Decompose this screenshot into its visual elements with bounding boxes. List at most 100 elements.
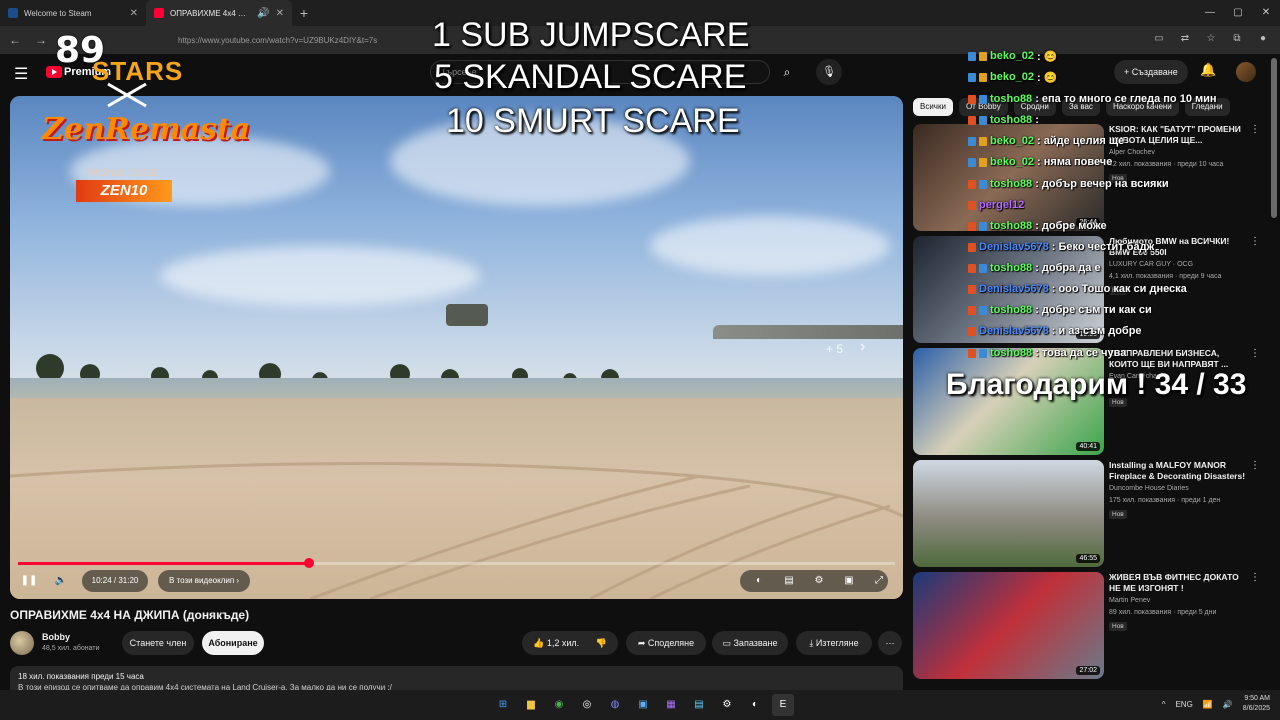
chevron-right-icon[interactable]: › bbox=[860, 338, 865, 356]
chat-badge-icon bbox=[979, 72, 987, 82]
chat-badge-icon bbox=[968, 72, 976, 82]
chat-message: Denislav5678: Беко честит бадж bbox=[968, 239, 1154, 255]
pause-icon[interactable]: ❚❚ bbox=[18, 570, 40, 592]
close-window-icon[interactable]: ✕ bbox=[1252, 0, 1280, 26]
app-icon[interactable]: ▣ bbox=[632, 694, 654, 716]
recommendation-item[interactable]: 27:02 ЖИВЕЯ ВЪВ ФИТНЕС ДОКАТО НЕ МЕ ИЗГО… bbox=[913, 572, 1268, 680]
like-button[interactable]: 👍 1,2 хил. bbox=[533, 638, 579, 648]
more-options-icon[interactable]: ⋮ bbox=[1250, 236, 1260, 247]
tab-youtube[interactable]: ОПРАВИХМЕ 4x4 НА ДЖИП 🔊 ✕ bbox=[146, 0, 292, 26]
start-menu-icon[interactable]: ⊞ bbox=[492, 694, 514, 716]
chrome-icon[interactable]: ◉ bbox=[548, 694, 570, 716]
chat-badge-icon bbox=[979, 179, 987, 189]
microphone-icon[interactable]: 🎙 bbox=[816, 59, 842, 85]
back-icon[interactable]: ← bbox=[6, 33, 24, 47]
chat-text: : Беко честит бадж bbox=[1051, 241, 1155, 253]
fullscreen-icon[interactable]: ⤢ bbox=[868, 570, 890, 592]
screen-cast-icon[interactable]: ▭ bbox=[1152, 32, 1166, 46]
close-tab-icon[interactable]: ✕ bbox=[276, 8, 284, 19]
grid-app-icon[interactable]: ▦ bbox=[660, 694, 682, 716]
minimize-icon[interactable]: — bbox=[1196, 0, 1224, 26]
progress-bar[interactable] bbox=[18, 558, 895, 568]
rec-title[interactable]: ЖИВЕЯ ВЪВ ФИТНЕС ДОКАТО НЕ МЕ ИЗГОНЯТ ! bbox=[1109, 572, 1249, 594]
volume-icon[interactable]: 🔈 bbox=[50, 570, 72, 592]
page-scrollbar[interactable] bbox=[1271, 58, 1277, 218]
rec-title[interactable]: Installing a MALFOY MANOR Fireplace & De… bbox=[1109, 460, 1249, 482]
more-options-icon[interactable]: ⋮ bbox=[1250, 124, 1260, 135]
clock[interactable]: 9:50 AM 8/6/2025 bbox=[1243, 694, 1270, 714]
chat-message: beko_02: 😊 bbox=[968, 69, 1057, 85]
translate-icon[interactable]: ⇄ bbox=[1178, 32, 1192, 46]
chat-username: beko_02 bbox=[990, 71, 1035, 83]
chapter-button[interactable]: В този видеоклип › bbox=[158, 570, 250, 592]
speaker-icon[interactable]: 🔊 bbox=[257, 8, 269, 19]
url-field[interactable]: https://www.youtube.com/watch?v=UZ9BUKz4… bbox=[178, 36, 377, 45]
chat-username: Denislav5678 bbox=[979, 241, 1049, 253]
subtitles-icon[interactable]: ▤ bbox=[778, 570, 800, 592]
rec-title[interactable]: KSIOR: КАК "БАТУТ" ПРОМЕНИ ЖИВОТА ЦЕЛИЯ … bbox=[1109, 124, 1249, 146]
time-display: 10:24 / 31:20 bbox=[82, 570, 148, 592]
rec-channel[interactable]: Duncombe House Diaries bbox=[1109, 485, 1189, 492]
steam-icon[interactable]: ◐ bbox=[744, 694, 766, 716]
window-controls: — ▢ ✕ bbox=[1196, 0, 1280, 26]
extensions-icon[interactable]: ⧉ bbox=[1230, 32, 1244, 46]
download-button[interactable]: ⤓ Изтегляне bbox=[796, 631, 872, 655]
progress-fill bbox=[18, 562, 310, 565]
dislike-icon[interactable]: 👎 bbox=[596, 638, 607, 648]
settings-gear-icon[interactable]: ⚙ bbox=[808, 570, 830, 592]
maximize-icon[interactable]: ▢ bbox=[1224, 0, 1252, 26]
chat-badge-icon bbox=[979, 115, 987, 125]
recommendation-item[interactable]: 40:41 10 УПРАВЛЕНИ БИЗНЕСА, КОИТО ЩЕ ВИ … bbox=[913, 348, 1268, 456]
video-thumbnail[interactable]: 46:55 bbox=[913, 460, 1104, 567]
volume-tray-icon[interactable]: 🔊 bbox=[1223, 700, 1233, 709]
more-options-icon[interactable]: ⋮ bbox=[1250, 348, 1260, 359]
tab-steam[interactable]: Welcome to Steam ✕ bbox=[0, 0, 146, 26]
obs-icon[interactable]: ◎ bbox=[576, 694, 598, 716]
save-button[interactable]: ▭ Запазване bbox=[712, 631, 788, 655]
search-icon[interactable]: ⌕ bbox=[772, 60, 802, 84]
chat-username: tosho88 bbox=[990, 114, 1033, 126]
channel-avatar[interactable] bbox=[10, 631, 34, 655]
chat-message: Denislav5678: и аз съм добре bbox=[968, 323, 1142, 339]
rec-channel[interactable]: LUXURY CAR GUY · OCG bbox=[1109, 261, 1193, 268]
rec-title[interactable]: 10 УПРАВЛЕНИ БИЗНЕСА, КОИТО ЩЕ ВИ НАПРАВ… bbox=[1109, 348, 1249, 370]
recommendation-item[interactable]: 46:55 Installing a MALFOY MANOR Fireplac… bbox=[913, 460, 1268, 568]
profile-icon[interactable]: ● bbox=[1256, 32, 1270, 46]
more-options-icon[interactable]: ⋮ bbox=[1250, 460, 1260, 471]
miniplayer-icon[interactable]: ▣ bbox=[838, 570, 860, 592]
epic-games-icon[interactable]: E bbox=[772, 694, 794, 716]
language-indicator[interactable]: ENG bbox=[1175, 700, 1192, 709]
sponsor-name: ZenRemasta bbox=[42, 112, 251, 147]
more-actions-icon[interactable]: ⋯ bbox=[878, 631, 902, 655]
filter-chip[interactable]: Всички bbox=[913, 98, 953, 116]
forward-icon[interactable]: → bbox=[32, 33, 50, 47]
close-tab-icon[interactable]: ✕ bbox=[130, 8, 138, 19]
new-tab-icon[interactable]: + bbox=[292, 5, 316, 21]
join-button[interactable]: Станете член bbox=[122, 631, 194, 655]
more-options-icon[interactable]: ⋮ bbox=[1250, 572, 1260, 583]
chat-username: tosho88 bbox=[990, 178, 1033, 190]
views-line: 18 хил. показвания преди 15 часа bbox=[18, 672, 144, 681]
autoplay-toggle-icon[interactable]: ◐ bbox=[748, 570, 770, 592]
notepad-icon[interactable]: ▤ bbox=[688, 694, 710, 716]
wifi-icon[interactable]: 📶 bbox=[1203, 700, 1213, 709]
chat-badge-icon bbox=[968, 136, 976, 146]
settings-app-icon[interactable]: ⚙ bbox=[716, 694, 738, 716]
tray-chevron-icon[interactable]: ^ bbox=[1162, 700, 1166, 709]
share-button[interactable]: ➦ Споделяне bbox=[626, 631, 706, 655]
chat-text: : 😊 bbox=[1037, 50, 1058, 63]
notifications-bell-icon[interactable]: 🔔 bbox=[1200, 62, 1216, 78]
create-button[interactable]: + Създаване bbox=[1114, 60, 1188, 84]
file-explorer-icon[interactable]: ▆ bbox=[520, 694, 542, 716]
chat-username: pergel12 bbox=[979, 199, 1025, 211]
bookmark-icon[interactable]: ☆ bbox=[1204, 32, 1218, 46]
rec-channel[interactable]: Alper Chochev bbox=[1109, 149, 1155, 156]
video-thumbnail[interactable]: 27:02 bbox=[913, 572, 1104, 679]
chat-badge-icon bbox=[968, 242, 976, 252]
subscribe-button[interactable]: Абониране bbox=[202, 631, 264, 655]
discord-icon[interactable]: ◍ bbox=[604, 694, 626, 716]
menu-icon[interactable]: ☰ bbox=[14, 64, 28, 84]
channel-name[interactable]: Bobby bbox=[42, 632, 70, 642]
account-avatar[interactable] bbox=[1236, 62, 1256, 82]
rec-channel[interactable]: Martin Penev bbox=[1109, 597, 1150, 604]
